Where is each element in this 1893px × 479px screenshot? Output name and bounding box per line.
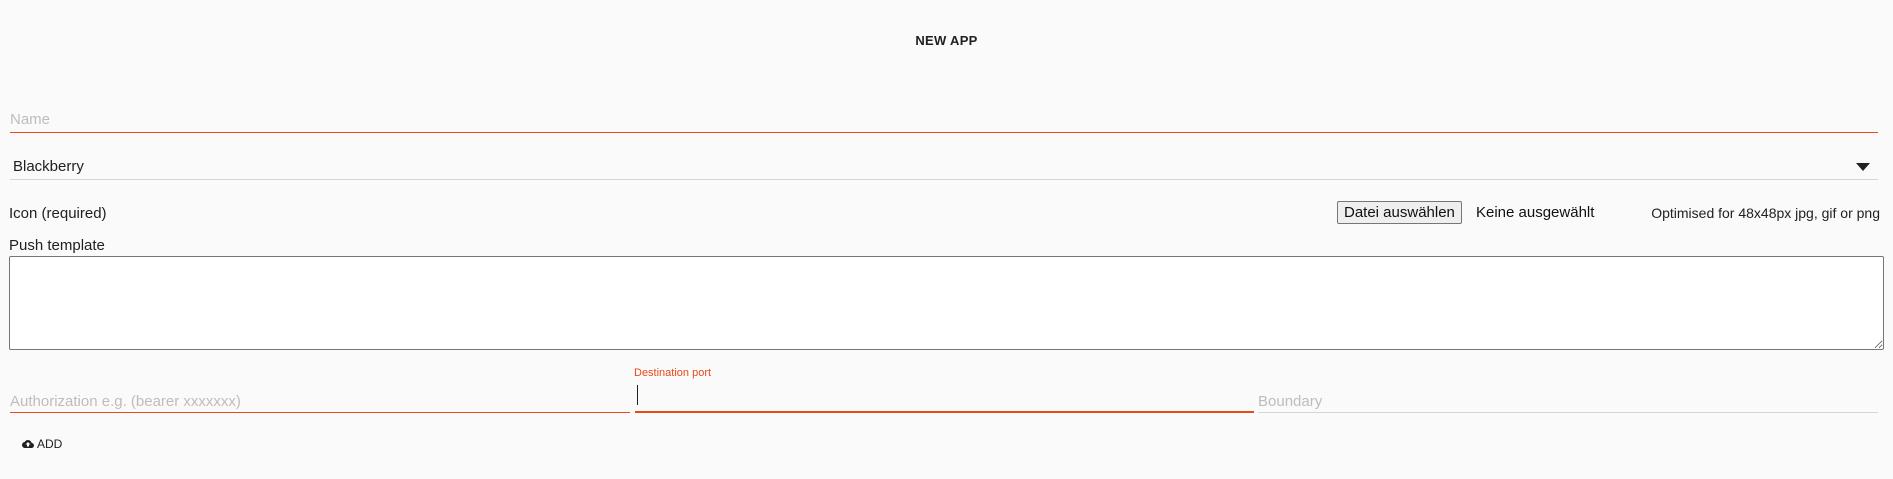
authorization-field[interactable] [10,390,630,413]
destination-port-input[interactable] [635,389,1254,411]
add-button[interactable]: ADD [16,433,68,455]
name-field[interactable] [10,106,1878,133]
push-template-textarea[interactable] [9,256,1884,350]
push-template-label: Push template [9,237,105,254]
file-status-text: Keine ausgewählt [1476,204,1595,221]
platform-select[interactable]: Blackberry [10,155,1878,180]
dropdown-arrow-icon [1856,163,1870,171]
boundary-input[interactable] [1258,390,1878,412]
authorization-input[interactable] [10,390,630,412]
icon-format-hint: Optimised for 48x48px jpg, gif or png [1651,205,1880,221]
destination-port-field[interactable] [635,389,1254,413]
icon-label: Icon (required) [9,205,107,222]
platform-selected-value: Blackberry [13,158,84,175]
choose-file-button[interactable]: Datei auswählen [1337,201,1462,224]
name-input[interactable] [10,106,1878,132]
destination-port-label: Destination port [634,367,712,379]
cloud-upload-icon [22,439,34,449]
boundary-field[interactable] [1258,390,1878,413]
text-cursor [637,385,638,405]
add-button-label: ADD [37,437,63,451]
new-app-page: NEW APP Blackberry Icon (required) Datei… [0,0,1893,479]
page-title: NEW APP [915,33,978,48]
